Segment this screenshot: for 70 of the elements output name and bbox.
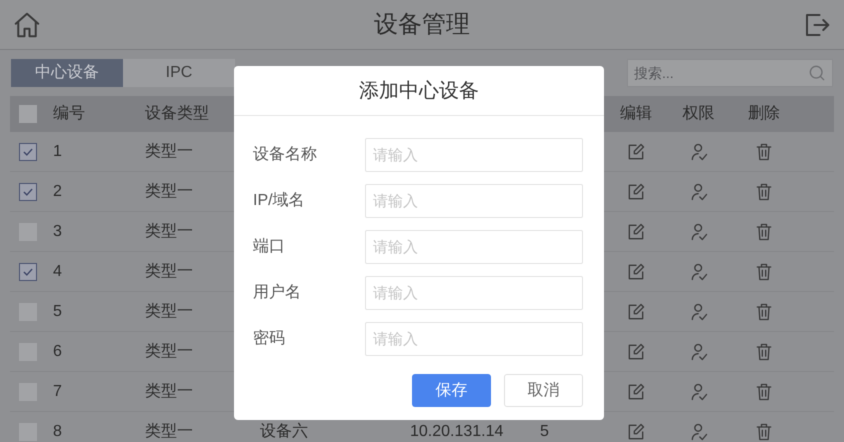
tab[interactable]: 中心设备 (11, 59, 123, 87)
table-cell-text: 类型一 (145, 142, 193, 162)
table-cell-text: 类型一 (145, 422, 193, 442)
edit-icon[interactable] (626, 142, 646, 162)
table-cell-text: 8 (53, 422, 62, 442)
search-field[interactable]: 搜索... (627, 59, 833, 87)
table-cell-text: 设备六 (260, 422, 308, 442)
column-header: 编辑 (620, 104, 652, 124)
checkbox[interactable] (19, 105, 37, 123)
field-label: 设备名称 (253, 145, 318, 165)
page-title: 设备管理 (374, 10, 470, 40)
user-check-icon[interactable] (688, 222, 708, 242)
trash-icon[interactable] (754, 222, 774, 242)
input-field[interactable]: 请输入 (365, 276, 583, 310)
table-cell-text: 1 (53, 142, 62, 162)
field-label: IP/域名 (253, 190, 306, 211)
user-check-icon[interactable] (688, 382, 708, 402)
input-field[interactable]: 请输入 (365, 138, 583, 172)
search-icon[interactable] (807, 63, 827, 83)
input-field[interactable]: 请输入 (365, 230, 583, 264)
cancel-button[interactable]: 取消 (504, 374, 583, 407)
table-cell-text: 5 (53, 302, 62, 322)
edit-icon[interactable] (626, 222, 646, 242)
table-cell-text: 类型一 (145, 382, 193, 402)
table-cell-text: 5 (540, 422, 549, 442)
edit-icon[interactable] (626, 182, 646, 202)
user-check-icon[interactable] (688, 182, 708, 202)
trash-icon[interactable] (754, 342, 774, 362)
column-header: 删除 (748, 104, 780, 124)
edit-icon[interactable] (626, 262, 646, 282)
column-header: 编号 (53, 104, 85, 124)
trash-icon[interactable] (754, 382, 774, 402)
trash-icon[interactable] (754, 182, 774, 202)
input-field[interactable]: 请输入 (365, 184, 583, 218)
edit-icon[interactable] (626, 342, 646, 362)
user-check-icon[interactable] (688, 262, 708, 282)
table-cell-text: 3 (53, 222, 62, 242)
tab[interactable]: IPC (123, 59, 235, 87)
input-field[interactable]: 请输入 (365, 322, 583, 356)
trash-icon[interactable] (754, 142, 774, 162)
table-cell-text: 类型一 (145, 262, 193, 282)
field-label: 端口 (253, 236, 286, 257)
table-cell-text: 类型一 (145, 342, 193, 362)
user-check-icon[interactable] (688, 342, 708, 362)
table-cell-text: 6 (53, 342, 62, 362)
checkbox[interactable] (19, 182, 37, 200)
table-cell-text: 4 (53, 262, 62, 282)
table-cell-text: 10.20.131.14 (410, 422, 504, 442)
edit-icon[interactable] (626, 422, 646, 442)
trash-icon[interactable] (754, 422, 774, 442)
checkbox[interactable] (19, 262, 37, 280)
user-check-icon[interactable] (688, 422, 708, 442)
checkbox[interactable] (19, 142, 37, 160)
trash-icon[interactable] (754, 302, 774, 322)
dialog-title: 添加中心设备 (359, 78, 479, 104)
edit-icon[interactable] (626, 302, 646, 322)
table-cell-text: 类型一 (145, 222, 193, 242)
table-cell-text: 类型一 (145, 302, 193, 322)
table-cell-text: 7 (53, 382, 62, 402)
edit-icon[interactable] (626, 382, 646, 402)
column-header: 设备类型 (145, 104, 209, 124)
field-label: 用户名 (253, 282, 302, 303)
trash-icon[interactable] (754, 262, 774, 282)
user-check-icon[interactable] (688, 302, 708, 322)
save-button[interactable]: 保存 (412, 374, 491, 407)
field-label: 密码 (253, 328, 286, 349)
table-cell-text: 类型一 (145, 182, 193, 202)
column-header: 权限 (682, 104, 714, 124)
table-cell-text: 2 (53, 182, 62, 202)
user-check-icon[interactable] (688, 142, 708, 162)
